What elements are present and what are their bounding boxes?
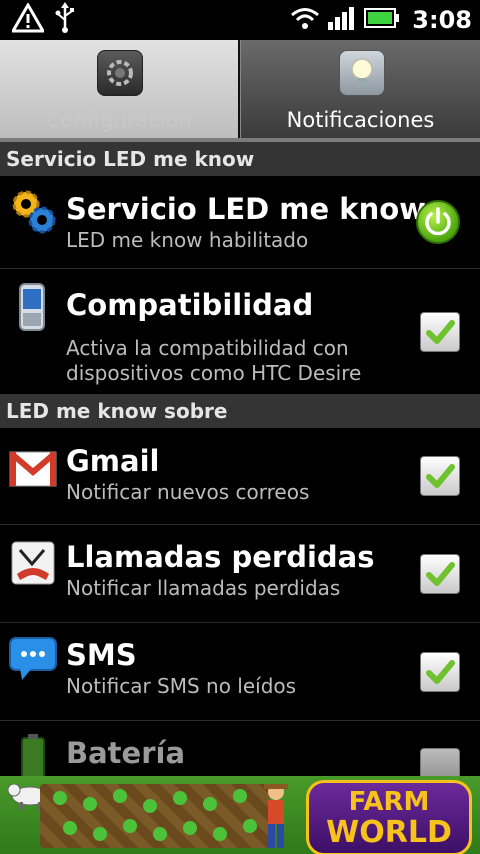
clock: 3:08 xyxy=(412,6,472,34)
divider xyxy=(0,268,480,269)
row-title: Batería xyxy=(66,736,186,770)
battery-icon xyxy=(364,7,400,33)
row-title: SMS xyxy=(66,638,137,672)
setting-row-gmail[interactable]: Gmail Notificar nuevos correos xyxy=(0,428,480,524)
tab-bar: Configuración Notificaciones xyxy=(0,40,480,142)
row-title: Servicio LED me know xyxy=(66,192,426,226)
wifi-icon xyxy=(290,6,320,34)
row-title: Llamadas perdidas xyxy=(66,540,375,574)
ad-crop-field xyxy=(40,784,270,848)
ad-logo: FARM WORLD xyxy=(306,780,472,854)
missed-call-icon xyxy=(8,538,58,588)
battery-status-icon xyxy=(8,732,58,776)
divider xyxy=(0,622,480,623)
ad-farmer-icon xyxy=(256,780,296,854)
power-toggle[interactable] xyxy=(416,200,460,244)
usb-icon xyxy=(54,2,76,38)
row-subtitle: Activa la compatibilidad con dispositivo… xyxy=(66,336,362,385)
tab-notificaciones[interactable]: Notificaciones xyxy=(240,40,480,138)
checkbox-bateria[interactable] xyxy=(420,748,460,776)
checkbox-llamadas[interactable] xyxy=(420,554,460,594)
setting-row-llamadas[interactable]: Llamadas perdidas Notificar llamadas per… xyxy=(0,526,480,622)
gmail-icon xyxy=(8,444,58,494)
section-header-sobre: LED me know sobre xyxy=(0,394,480,428)
row-title: Compatibilidad xyxy=(66,288,314,322)
checkbox-compatibilidad[interactable] xyxy=(420,312,460,352)
checkbox-gmail[interactable] xyxy=(420,456,460,496)
warning-icon xyxy=(10,1,46,37)
lightbulb-icon xyxy=(338,50,385,96)
tab-label: Configuración xyxy=(46,108,192,132)
ad-logo-line1: FARM xyxy=(348,787,430,817)
setting-row-service[interactable]: Servicio LED me know LED me know habilit… xyxy=(0,176,480,268)
divider xyxy=(0,720,480,721)
divider xyxy=(0,524,480,525)
row-title: Gmail xyxy=(66,444,160,478)
setting-row-bateria[interactable]: Batería xyxy=(0,722,480,776)
settings-gear-icon xyxy=(97,50,143,96)
signal-icon xyxy=(328,6,356,34)
row-subtitle: LED me know habilitado xyxy=(66,228,309,252)
row-subtitle: Notificar nuevos correos xyxy=(66,480,310,504)
setting-row-sms[interactable]: SMS Notificar SMS no leídos xyxy=(0,624,480,720)
section-header-servicio: Servicio LED me know xyxy=(0,142,480,176)
phone-icon xyxy=(8,282,58,332)
ad-logo-line2: WORLD xyxy=(326,815,452,850)
row-subtitle: Notificar SMS no leídos xyxy=(66,674,297,698)
ad-banner[interactable]: FARM WORLD xyxy=(0,776,480,854)
sms-bubble-icon xyxy=(8,634,58,684)
setting-row-compatibilidad[interactable]: Compatibilidad Activa la compatibilidad … xyxy=(0,270,480,394)
tab-label: Notificaciones xyxy=(286,108,435,132)
row-subtitle: Notificar llamadas perdidas xyxy=(66,576,341,600)
checkbox-sms[interactable] xyxy=(420,652,460,692)
tab-configuracion[interactable]: Configuración xyxy=(0,40,240,138)
status-bar: 3:08 xyxy=(0,0,480,40)
gears-icon xyxy=(8,186,58,236)
